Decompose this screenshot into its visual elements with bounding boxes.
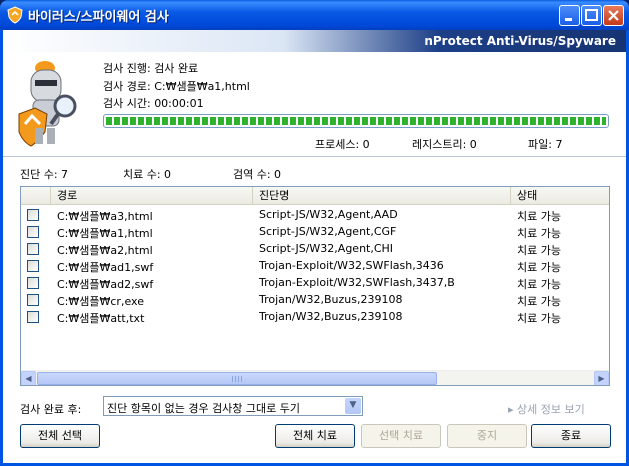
after-scan-selected: 진단 항목이 없는 경우 검사창 그대로 두기: [107, 402, 301, 415]
chevron-down-icon[interactable]: ▼: [345, 398, 361, 414]
minimize-button[interactable]: [559, 5, 580, 26]
scroll-right-button[interactable]: ▶: [594, 371, 609, 385]
brand-text: nProtect Anti-Virus/Spyware: [424, 34, 616, 48]
row-path: C:₩샘플₩a2,html: [57, 244, 153, 257]
column-header-name[interactable]: 진단명: [253, 187, 511, 205]
table-row[interactable]: C:₩샘플₩ad2,swf Trojan-Exploit/W32,SWFlash,…: [21, 275, 609, 292]
horizontal-scrollbar[interactable]: ◀ ▶: [21, 370, 609, 385]
table-row[interactable]: C:₩샘플₩a2,html Script-JS/W32,Agent,CHI 치료 가…: [21, 241, 609, 258]
row-checkbox[interactable]: [27, 294, 39, 306]
shield-icon: [7, 6, 23, 24]
row-detection-name: Trojan-Exploit/W32,SWFlash,3436: [259, 259, 444, 272]
row-detection-name: Script-JS/W32,Agent,CHI: [259, 242, 394, 255]
scroll-thumb[interactable]: [37, 372, 437, 385]
row-detection-name: Trojan/W32,Buzus,239108: [259, 293, 403, 306]
scan-progress-fill: [106, 117, 606, 125]
close-button[interactable]: 종료: [531, 424, 611, 448]
row-status: 치료 가능: [517, 295, 561, 308]
maximize-icon: [585, 9, 598, 21]
row-status: 치료 가능: [517, 312, 561, 325]
row-path: C:₩샘플₩a1,html: [57, 227, 153, 240]
treated-count: 치료 수: 0: [123, 168, 172, 181]
window-body: nProtect Anti-Virus/Spyware 검사 진행: 검사 완료…: [3, 30, 626, 463]
row-checkbox[interactable]: [27, 243, 39, 255]
close-icon: [608, 10, 619, 21]
row-status: 치료 가능: [517, 210, 561, 223]
row-detection-name: Trojan-Exploit/W32,SWFlash,3437,B: [259, 276, 455, 289]
scan-path-value: C:₩샘플₩a1,html: [154, 80, 250, 93]
row-detection-name: Trojan/W32,Buzus,239108: [259, 310, 403, 323]
table-row[interactable]: C:₩샘플₩cr,exe Trojan/W32,Buzus,239108 치료 가능: [21, 292, 609, 309]
table-row[interactable]: C:₩샘플₩att,txt Trojan/W32,Buzus,239108 치료 가…: [21, 309, 609, 326]
process-count: 프로세스: 0: [315, 138, 370, 151]
scan-time-value: 00:00:01: [154, 97, 204, 110]
knight-mascot-icon: [18, 61, 77, 147]
list-header: 경로 진단명 상태: [21, 187, 609, 205]
diagnosed-count: 진단 수: 7: [20, 168, 69, 181]
row-detection-name: Script-JS/W32,Agent,CGF: [259, 225, 397, 238]
scan-window: 바이러스/스파이웨어 검사 nProtect Anti-Virus/Spywar…: [0, 0, 629, 466]
close-window-button[interactable]: [603, 5, 624, 26]
scan-status-label: 검사 진행:: [103, 62, 151, 75]
registry-count: 레지스트리: 0: [412, 138, 477, 151]
brand-bar: nProtect Anti-Virus/Spyware: [3, 30, 626, 52]
select-all-button[interactable]: 전체 선택: [20, 424, 100, 448]
scan-status-line: 검사 진행: 검사 완료: [103, 60, 198, 76]
after-scan-select[interactable]: 진단 항목이 없는 경우 검사창 그대로 두기 ▼: [103, 396, 363, 416]
row-path: C:₩샘플₩a3,html: [57, 210, 153, 223]
scan-path-label: 검사 경로:: [103, 80, 151, 93]
column-header-check[interactable]: [21, 187, 51, 205]
treat-all-button[interactable]: 전체 치료: [275, 424, 355, 448]
table-row[interactable]: C:₩샘플₩a1,html Script-JS/W32,Agent,CGF 치료 가…: [21, 224, 609, 241]
row-status: 치료 가능: [517, 261, 561, 274]
scan-progress-bar: [103, 114, 609, 128]
row-checkbox[interactable]: [27, 311, 39, 323]
stop-button[interactable]: 중지: [447, 424, 527, 448]
row-checkbox[interactable]: [27, 209, 39, 221]
divider: [3, 156, 626, 157]
scan-time-label: 검사 시간:: [103, 97, 151, 110]
treat-selected-button[interactable]: 선택 치료: [361, 424, 441, 448]
row-path: C:₩샘플₩cr,exe: [57, 295, 144, 308]
row-checkbox[interactable]: [27, 226, 39, 238]
scroll-left-button[interactable]: ◀: [21, 371, 36, 385]
scan-time-line: 검사 시간: 00:00:01: [103, 95, 204, 111]
row-status: 치료 가능: [517, 278, 561, 291]
scan-path-line: 검사 경로: C:₩샘플₩a1,html: [103, 78, 250, 94]
quarantined-count: 검역 수: 0: [233, 168, 282, 181]
scan-status-value: 검사 완료: [154, 62, 199, 75]
column-header-path[interactable]: 경로: [51, 187, 253, 205]
row-path: C:₩샘플₩att,txt: [57, 312, 145, 325]
row-path: C:₩샘플₩ad2,swf: [57, 278, 154, 291]
maximize-button[interactable]: [581, 5, 602, 26]
row-checkbox[interactable]: [27, 260, 39, 272]
file-count: 파일: 7: [528, 138, 563, 151]
minimize-icon: [565, 18, 572, 21]
detection-list[interactable]: 경로 진단명 상태 C:₩샘플₩a3,html Script-JS/W32,Age…: [20, 186, 610, 386]
title-bar[interactable]: 바이러스/스파이웨어 검사: [0, 0, 629, 30]
table-row[interactable]: C:₩샘플₩a3,html Script-JS/W32,Agent,AAD 치료 가…: [21, 207, 609, 224]
after-scan-label: 검사 완료 후:: [20, 403, 82, 416]
row-path: C:₩샘플₩ad1,swf: [57, 261, 154, 274]
row-status: 치료 가능: [517, 244, 561, 257]
row-status: 치료 가능: [517, 227, 561, 240]
row-detection-name: Script-JS/W32,Agent,AAD: [259, 208, 398, 221]
detail-info-link[interactable]: ▸ 상세 정보 보기: [508, 401, 585, 417]
row-checkbox[interactable]: [27, 277, 39, 289]
window-title: 바이러스/스파이웨어 검사: [28, 10, 169, 25]
column-header-status[interactable]: 상태: [511, 187, 609, 205]
table-row[interactable]: C:₩샘플₩ad1,swf Trojan-Exploit/W32,SWFlash,…: [21, 258, 609, 275]
